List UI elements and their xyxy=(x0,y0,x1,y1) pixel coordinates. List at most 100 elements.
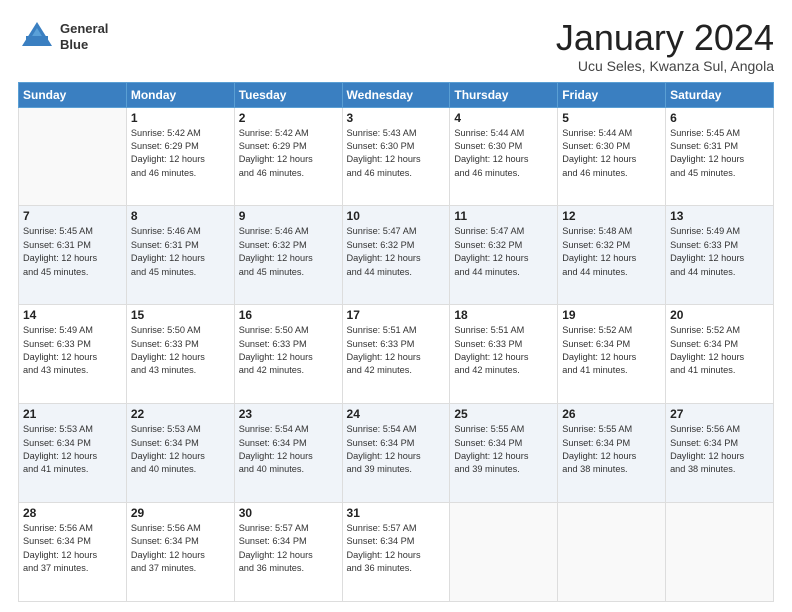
cell-content: Sunrise: 5:45 AM Sunset: 6:31 PM Dayligh… xyxy=(670,127,769,180)
day-number: 15 xyxy=(131,308,230,322)
month-title: January 2024 xyxy=(556,18,774,58)
calendar-cell xyxy=(666,503,774,602)
calendar-week-row: 7 Sunrise: 5:45 AM Sunset: 6:31 PM Daylig… xyxy=(19,206,774,305)
header-right: January 2024 Ucu Seles, Kwanza Sul, Ango… xyxy=(556,18,774,74)
day-number: 18 xyxy=(454,308,553,322)
calendar-cell: 13Sunrise: 5:49 AM Sunset: 6:33 PM Dayli… xyxy=(666,206,774,305)
calendar-cell: 1 Sunrise: 5:42 AM Sunset: 6:29 PM Daylig… xyxy=(126,107,234,206)
day-number: 20 xyxy=(670,308,769,322)
header-row: SundayMondayTuesdayWednesdayThursdayFrid… xyxy=(19,82,774,107)
cell-content: Sunrise: 5:46 AM Sunset: 6:31 PM Dayligh… xyxy=(131,225,230,278)
cell-content: Sunrise: 5:55 AM Sunset: 6:34 PM Dayligh… xyxy=(562,423,661,476)
cell-content: Sunrise: 5:56 AM Sunset: 6:34 PM Dayligh… xyxy=(670,423,769,476)
calendar-week-row: 21 Sunrise: 5:53 AM Sunset: 6:34 PM Dayli… xyxy=(19,404,774,503)
day-number: 29 xyxy=(131,506,230,520)
calendar-body: 1 Sunrise: 5:42 AM Sunset: 6:29 PM Daylig… xyxy=(19,107,774,601)
calendar-cell: 24 Sunrise: 5:54 AM Sunset: 6:34 PM Dayli… xyxy=(342,404,450,503)
calendar-header: SundayMondayTuesdayWednesdayThursdayFrid… xyxy=(19,82,774,107)
day-number: 17 xyxy=(347,308,446,322)
day-number: 7 xyxy=(23,209,122,223)
day-of-week-header: Friday xyxy=(558,82,666,107)
cell-content: Sunrise: 5:42 AM Sunset: 6:29 PM Dayligh… xyxy=(131,127,230,180)
cell-content: Sunrise: 5:44 AM Sunset: 6:30 PM Dayligh… xyxy=(562,127,661,180)
header: General Blue January 2024 Ucu Seles, Kwa… xyxy=(18,18,774,74)
calendar-cell: 16Sunrise: 5:50 AM Sunset: 6:33 PM Dayli… xyxy=(234,305,342,404)
day-number: 25 xyxy=(454,407,553,421)
calendar-cell: 20Sunrise: 5:52 AM Sunset: 6:34 PM Dayli… xyxy=(666,305,774,404)
cell-content: Sunrise: 5:53 AM Sunset: 6:34 PM Dayligh… xyxy=(23,423,122,476)
calendar-cell: 19 Sunrise: 5:52 AM Sunset: 6:34 PM Dayli… xyxy=(558,305,666,404)
cell-content: Sunrise: 5:56 AM Sunset: 6:34 PM Dayligh… xyxy=(131,522,230,575)
calendar-cell: 14 Sunrise: 5:49 AM Sunset: 6:33 PM Dayli… xyxy=(19,305,127,404)
day-number: 13 xyxy=(670,209,769,223)
cell-content: Sunrise: 5:54 AM Sunset: 6:34 PM Dayligh… xyxy=(347,423,446,476)
day-number: 24 xyxy=(347,407,446,421)
day-number: 30 xyxy=(239,506,338,520)
calendar-cell: 15 Sunrise: 5:50 AM Sunset: 6:33 PM Dayli… xyxy=(126,305,234,404)
cell-content: Sunrise: 5:51 AM Sunset: 6:33 PM Dayligh… xyxy=(454,324,553,377)
calendar-cell: 26 Sunrise: 5:55 AM Sunset: 6:34 PM Dayli… xyxy=(558,404,666,503)
day-number: 21 xyxy=(23,407,122,421)
day-of-week-header: Wednesday xyxy=(342,82,450,107)
day-number: 16 xyxy=(239,308,338,322)
calendar-cell: 27 Sunrise: 5:56 AM Sunset: 6:34 PM Dayli… xyxy=(666,404,774,503)
page: General Blue January 2024 Ucu Seles, Kwa… xyxy=(0,0,792,612)
calendar-cell: 29 Sunrise: 5:56 AM Sunset: 6:34 PM Dayli… xyxy=(126,503,234,602)
calendar-cell xyxy=(19,107,127,206)
day-number: 9 xyxy=(239,209,338,223)
cell-content: Sunrise: 5:57 AM Sunset: 6:34 PM Dayligh… xyxy=(239,522,338,575)
cell-content: Sunrise: 5:50 AM Sunset: 6:33 PM Dayligh… xyxy=(131,324,230,377)
day-number: 19 xyxy=(562,308,661,322)
calendar-cell: 30 Sunrise: 5:57 AM Sunset: 6:34 PM Dayli… xyxy=(234,503,342,602)
calendar-cell: 9 Sunrise: 5:46 AM Sunset: 6:32 PM Daylig… xyxy=(234,206,342,305)
calendar-cell: 12 Sunrise: 5:48 AM Sunset: 6:32 PM Dayli… xyxy=(558,206,666,305)
day-of-week-header: Saturday xyxy=(666,82,774,107)
cell-content: Sunrise: 5:43 AM Sunset: 6:30 PM Dayligh… xyxy=(347,127,446,180)
calendar-cell: 28 Sunrise: 5:56 AM Sunset: 6:34 PM Dayli… xyxy=(19,503,127,602)
cell-content: Sunrise: 5:47 AM Sunset: 6:32 PM Dayligh… xyxy=(347,225,446,278)
day-number: 27 xyxy=(670,407,769,421)
cell-content: Sunrise: 5:42 AM Sunset: 6:29 PM Dayligh… xyxy=(239,127,338,180)
calendar-cell: 10Sunrise: 5:47 AM Sunset: 6:32 PM Dayli… xyxy=(342,206,450,305)
day-number: 26 xyxy=(562,407,661,421)
cell-content: Sunrise: 5:46 AM Sunset: 6:32 PM Dayligh… xyxy=(239,225,338,278)
cell-content: Sunrise: 5:45 AM Sunset: 6:31 PM Dayligh… xyxy=(23,225,122,278)
cell-content: Sunrise: 5:52 AM Sunset: 6:34 PM Dayligh… xyxy=(562,324,661,377)
day-of-week-header: Sunday xyxy=(19,82,127,107)
cell-content: Sunrise: 5:49 AM Sunset: 6:33 PM Dayligh… xyxy=(23,324,122,377)
day-number: 11 xyxy=(454,209,553,223)
calendar-cell: 25 Sunrise: 5:55 AM Sunset: 6:34 PM Dayli… xyxy=(450,404,558,503)
calendar-week-row: 28 Sunrise: 5:56 AM Sunset: 6:34 PM Dayli… xyxy=(19,503,774,602)
day-number: 3 xyxy=(347,111,446,125)
logo-text: General Blue xyxy=(60,21,108,52)
cell-content: Sunrise: 5:55 AM Sunset: 6:34 PM Dayligh… xyxy=(454,423,553,476)
calendar-cell: 8Sunrise: 5:46 AM Sunset: 6:31 PM Daylig… xyxy=(126,206,234,305)
cell-content: Sunrise: 5:53 AM Sunset: 6:34 PM Dayligh… xyxy=(131,423,230,476)
day-of-week-header: Tuesday xyxy=(234,82,342,107)
day-number: 1 xyxy=(131,111,230,125)
calendar-cell: 17 Sunrise: 5:51 AM Sunset: 6:33 PM Dayli… xyxy=(342,305,450,404)
cell-content: Sunrise: 5:57 AM Sunset: 6:34 PM Dayligh… xyxy=(347,522,446,575)
calendar-week-row: 1 Sunrise: 5:42 AM Sunset: 6:29 PM Daylig… xyxy=(19,107,774,206)
logo-line2: Blue xyxy=(60,37,108,53)
day-number: 28 xyxy=(23,506,122,520)
calendar-cell: 23Sunrise: 5:54 AM Sunset: 6:34 PM Dayli… xyxy=(234,404,342,503)
logo: General Blue xyxy=(18,18,108,56)
calendar-cell: 5Sunrise: 5:44 AM Sunset: 6:30 PM Daylig… xyxy=(558,107,666,206)
cell-content: Sunrise: 5:44 AM Sunset: 6:30 PM Dayligh… xyxy=(454,127,553,180)
cell-content: Sunrise: 5:51 AM Sunset: 6:33 PM Dayligh… xyxy=(347,324,446,377)
logo-icon xyxy=(18,18,56,56)
cell-content: Sunrise: 5:56 AM Sunset: 6:34 PM Dayligh… xyxy=(23,522,122,575)
calendar-cell: 4Sunrise: 5:44 AM Sunset: 6:30 PM Daylig… xyxy=(450,107,558,206)
day-number: 12 xyxy=(562,209,661,223)
calendar-cell xyxy=(558,503,666,602)
day-number: 23 xyxy=(239,407,338,421)
cell-content: Sunrise: 5:48 AM Sunset: 6:32 PM Dayligh… xyxy=(562,225,661,278)
day-number: 31 xyxy=(347,506,446,520)
calendar-cell: 22Sunrise: 5:53 AM Sunset: 6:34 PM Dayli… xyxy=(126,404,234,503)
day-number: 14 xyxy=(23,308,122,322)
calendar-cell: 18 Sunrise: 5:51 AM Sunset: 6:33 PM Dayli… xyxy=(450,305,558,404)
calendar-cell: 6Sunrise: 5:45 AM Sunset: 6:31 PM Daylig… xyxy=(666,107,774,206)
calendar: SundayMondayTuesdayWednesdayThursdayFrid… xyxy=(18,82,774,602)
calendar-week-row: 14 Sunrise: 5:49 AM Sunset: 6:33 PM Dayli… xyxy=(19,305,774,404)
